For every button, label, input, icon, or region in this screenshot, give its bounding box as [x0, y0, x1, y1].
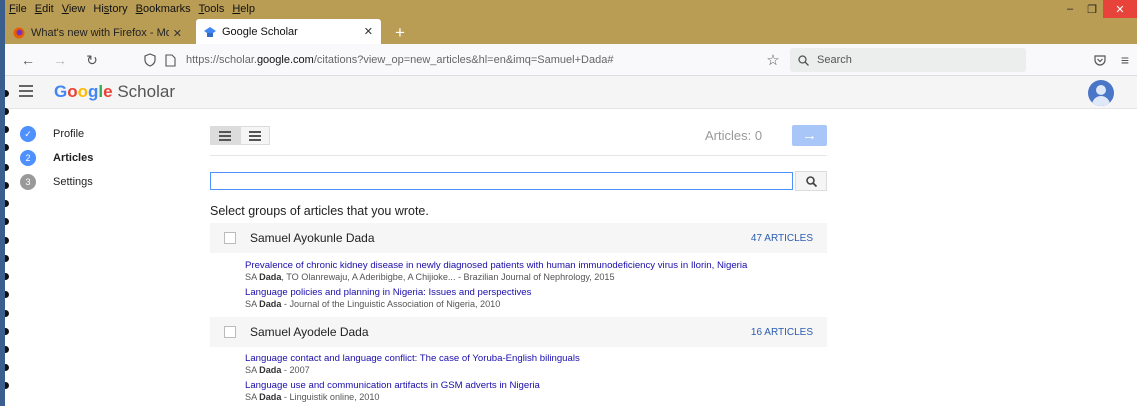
search-input[interactable]	[210, 172, 793, 190]
app-menu-icon[interactable]: ≡	[1115, 50, 1135, 70]
search-icon	[798, 54, 809, 66]
articles-count-link[interactable]: 16 ARTICLES	[751, 327, 813, 338]
search-icon	[805, 175, 817, 187]
scholar-page: Google Scholar ✓ Profile 2 Articles 3 Se…	[5, 76, 1137, 406]
hamburger-menu-icon[interactable]	[19, 85, 33, 97]
menu-view[interactable]: View	[58, 3, 90, 15]
list-item: Language policies and planning in Nigeri…	[245, 287, 835, 309]
forward-icon[interactable]: →	[50, 50, 70, 70]
maximize-icon[interactable]: ❐	[1081, 0, 1103, 18]
list-compact-icon	[249, 129, 261, 143]
new-tab-button[interactable]: +	[395, 22, 405, 44]
google-scholar-logo[interactable]: Google Scholar	[54, 82, 175, 102]
divider	[210, 155, 827, 156]
tab-title: Google Scholar	[222, 25, 298, 38]
step-settings[interactable]: 3 Settings	[20, 174, 93, 190]
article-title-link[interactable]: Language use and communication artifacts…	[245, 380, 835, 391]
articles-count-link[interactable]: 47 ARTICLES	[751, 233, 813, 244]
browser-search-box[interactable]: Search	[790, 48, 1026, 72]
group-checkbox[interactable]	[224, 326, 236, 338]
list-item: Language use and communication artifacts…	[245, 380, 835, 402]
step-articles[interactable]: 2 Articles	[20, 150, 93, 166]
pocket-icon[interactable]	[1090, 50, 1110, 70]
tab-google-scholar[interactable]: Google Scholar ✕	[196, 19, 381, 44]
firefox-icon	[13, 27, 25, 39]
back-icon[interactable]: ←	[18, 50, 38, 70]
menu-edit[interactable]: Edit	[31, 3, 58, 15]
compact-view-button[interactable]	[240, 126, 270, 145]
scholar-icon	[204, 26, 216, 37]
scholar-header: Google Scholar	[5, 76, 1137, 109]
article-authors: SA Dada, TO Olanrewaju, A Aderibigbe, A …	[245, 272, 615, 282]
tab-strip: What's new with Firefox - More ✕ Google …	[5, 19, 405, 44]
url-suffix: /citations?view_op=new_articles&hl=en&im…	[313, 54, 614, 66]
browser-window: File Edit View History Bookmarks Tools H…	[5, 0, 1137, 406]
next-button[interactable]: →	[792, 125, 827, 146]
view-toggle	[210, 126, 270, 145]
list-detailed-icon	[219, 129, 231, 143]
navigation-bar: ← → ↻ https://scholar. google.com/citatio…	[5, 44, 1137, 76]
minimize-icon[interactable]: –	[1059, 0, 1081, 18]
author-name: Samuel Ayodele Dada	[250, 325, 369, 339]
menu-file[interactable]: File	[5, 3, 31, 15]
article-title-link[interactable]: Language contact and language conflict: …	[245, 353, 835, 364]
window-controls: – ❐ ✕	[1059, 0, 1137, 18]
article-title-link[interactable]: Prevalence of chronic kidney disease in …	[245, 260, 835, 271]
article-authors: SA Dada - 2007	[245, 365, 310, 375]
search-placeholder: Search	[817, 54, 852, 66]
menu-bookmarks[interactable]: Bookmarks	[132, 3, 195, 15]
check-icon: ✓	[20, 126, 36, 142]
shield-icon[interactable]	[140, 50, 160, 70]
author-group-header[interactable]: Samuel Ayokunle Dada 47 ARTICLES	[210, 223, 827, 253]
url-prefix: https://scholar.	[186, 54, 257, 66]
detailed-view-button[interactable]	[210, 126, 240, 145]
tab-close-icon[interactable]: ✕	[364, 25, 373, 38]
avatar[interactable]	[1088, 80, 1114, 106]
step-number: 3	[20, 174, 36, 190]
step-profile[interactable]: ✓ Profile	[20, 126, 84, 142]
reload-icon[interactable]: ↻	[82, 50, 102, 70]
menu-bar: File Edit View History Bookmarks Tools H…	[5, 0, 259, 17]
group-checkbox[interactable]	[224, 232, 236, 244]
search-button[interactable]	[795, 171, 827, 191]
url-host: google.com	[256, 54, 314, 66]
tab-firefox-whats-new[interactable]: What's new with Firefox - More ✕	[5, 22, 190, 44]
instruction-text: Select groups of articles that you wrote…	[210, 204, 429, 218]
article-authors: SA Dada - Linguistik online, 2010	[245, 392, 380, 402]
menu-help[interactable]: Help	[228, 3, 259, 15]
author-name: Samuel Ayokunle Dada	[250, 231, 375, 245]
menu-history[interactable]: History	[89, 3, 131, 15]
close-window-icon[interactable]: ✕	[1103, 0, 1137, 18]
step-label: Profile	[53, 128, 85, 140]
list-item: Prevalence of chronic kidney disease in …	[245, 260, 835, 282]
list-item: Language contact and language conflict: …	[245, 353, 835, 375]
article-title-link[interactable]: Language policies and planning in Nigeri…	[245, 287, 835, 298]
tab-close-icon[interactable]: ✕	[173, 27, 182, 40]
address-bar[interactable]: https://scholar. google.com/citations?vie…	[165, 48, 787, 72]
menu-tools[interactable]: Tools	[195, 3, 229, 15]
bookmark-star-icon[interactable]: ☆	[763, 50, 783, 70]
article-authors: SA Dada - Journal of the Linguistic Asso…	[245, 299, 501, 309]
browser-titlebar: File Edit View History Bookmarks Tools H…	[5, 0, 1137, 44]
step-label: Settings	[53, 176, 93, 188]
articles-count: Articles: 0	[705, 128, 763, 143]
step-number: 2	[20, 150, 36, 166]
tab-title: What's new with Firefox - More	[31, 27, 169, 39]
author-group-header[interactable]: Samuel Ayodele Dada 16 ARTICLES	[210, 317, 827, 347]
step-label: Articles	[53, 152, 94, 164]
page-icon	[165, 53, 176, 67]
